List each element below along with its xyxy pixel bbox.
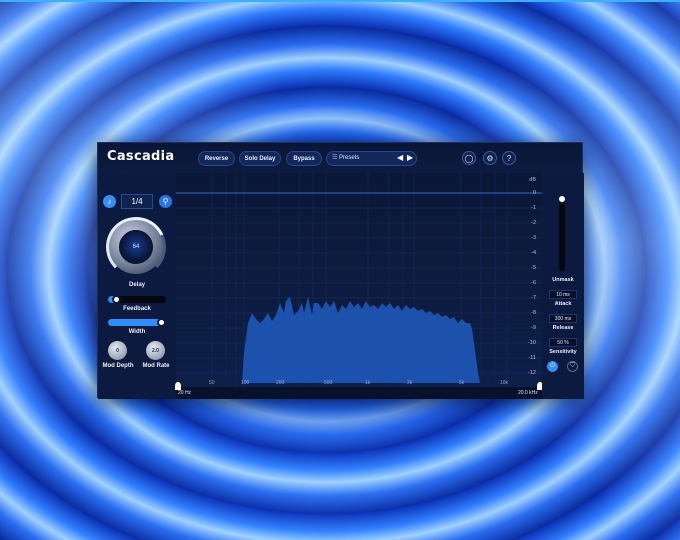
db-tick: -9 — [531, 325, 536, 331]
top-accent-line — [0, 0, 680, 2]
headphone-icon[interactable]: ◯ — [462, 151, 476, 165]
preset-prev-icon[interactable]: ◀ — [397, 153, 403, 162]
db-tick: -2 — [531, 220, 536, 226]
db-tick: -7 — [531, 295, 536, 301]
freq-tick: 5k — [459, 380, 465, 386]
help-icon[interactable]: ? — [502, 151, 516, 165]
mod-depth-knob[interactable]: 0 — [108, 341, 127, 360]
bypass-button[interactable]: Bypass — [286, 151, 322, 166]
spectrum-svg — [176, 173, 542, 387]
plugin-header: Cascadia Reverse Solo Delay Bypass ☰ Pre… — [98, 143, 582, 173]
db-tick: -4 — [531, 250, 536, 256]
division-display[interactable]: 1/4 — [121, 194, 153, 209]
db-tick: -5 — [531, 265, 536, 271]
freq-tick: 10k — [500, 380, 509, 386]
sensitivity-value[interactable]: 50 % — [549, 338, 577, 347]
db-tick: -6 — [531, 280, 536, 286]
db-tick: -11 — [528, 355, 536, 361]
db-tick: -3 — [531, 235, 536, 241]
low-range-handle[interactable] — [175, 382, 181, 390]
mod-rate-knob[interactable]: 2.0 — [146, 341, 165, 360]
link-key-icon[interactable]: ⚲ — [159, 195, 172, 208]
attack-value[interactable]: 10 ms — [549, 290, 577, 299]
presets-selector[interactable]: ☰ Presets ◀ ▶ — [326, 151, 417, 166]
db-tick: -8 — [531, 310, 536, 316]
freq-tick: 1k — [365, 380, 371, 386]
freq-tick: 2k — [407, 380, 413, 386]
range-low-label: 20 Hz — [178, 390, 192, 396]
freq-tick: 100 — [241, 380, 250, 386]
shield-icon[interactable]: ⛉ — [567, 361, 578, 372]
solo-delay-button[interactable]: Solo Delay — [239, 151, 281, 166]
freq-tick: 50 — [209, 380, 215, 386]
db-unit-label: dB — [529, 177, 536, 183]
power-icon[interactable]: ⏻ — [547, 361, 558, 372]
mod-rate-label: Mod Rate — [142, 363, 170, 369]
width-slider-thumb[interactable] — [157, 318, 166, 327]
db-tick: 0 — [532, 190, 536, 196]
db-tick: -10 — [528, 340, 536, 346]
menu-icon: ☰ — [332, 155, 338, 161]
feedback-slider[interactable] — [108, 295, 166, 304]
freq-tick: 500 — [324, 380, 333, 386]
width-label: Width — [128, 329, 146, 335]
mod-depth-label: Mod Depth — [102, 363, 134, 369]
settings-gear-icon[interactable]: ⚙ — [483, 151, 497, 165]
attack-label: Attack — [554, 301, 572, 307]
unmask-slider-thumb[interactable] — [557, 194, 567, 204]
left-panel: ♪ 1/4 ⚲ 64 Delay Feedback Width 0 2.0 Mo… — [98, 173, 176, 399]
release-value[interactable]: 300 ms — [549, 314, 577, 323]
sensitivity-label: Sensitivity — [549, 349, 577, 355]
tempo-sync-note-icon[interactable]: ♪ — [103, 195, 116, 208]
delay-value: 64 — [119, 230, 153, 264]
freq-tick: 200 — [276, 380, 285, 386]
spectrum-graph[interactable]: 50 100 200 500 1k 2k 5k 10k 20 Hz 20.0 k… — [175, 173, 543, 399]
plugin-title: Cascadia — [107, 149, 175, 164]
feedback-label: Feedback — [123, 306, 151, 312]
delay-knob[interactable]: 64 — [106, 217, 166, 277]
cascadia-plugin-window: Cascadia Reverse Solo Delay Bypass ☰ Pre… — [97, 142, 584, 399]
unmask-slider[interactable] — [559, 195, 565, 271]
presets-label: Presets — [339, 155, 360, 161]
right-panel: Unmask 10 ms Attack 300 ms Release 50 % … — [542, 173, 584, 399]
db-tick: -1 — [531, 205, 536, 211]
reverse-button[interactable]: Reverse — [198, 151, 235, 166]
range-high-label: 20.0 kHz — [518, 390, 538, 396]
width-slider[interactable] — [108, 318, 166, 327]
release-label: Release — [552, 325, 574, 331]
preset-next-icon[interactable]: ▶ — [407, 153, 413, 162]
unmask-label: Unmask — [552, 277, 574, 283]
frequency-range-bar[interactable]: 20 Hz 20.0 kHz — [175, 382, 543, 399]
delay-label: Delay — [128, 282, 145, 288]
db-tick: -12 — [528, 370, 536, 376]
feedback-slider-thumb[interactable] — [112, 295, 122, 304]
